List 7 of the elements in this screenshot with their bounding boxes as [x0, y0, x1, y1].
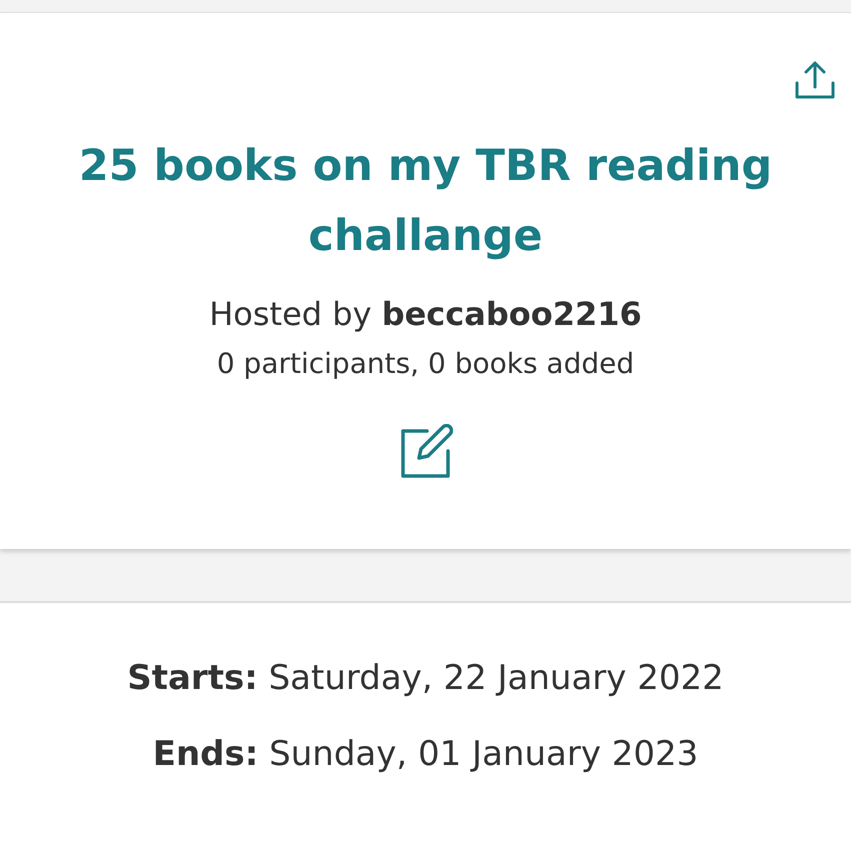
challenge-title: 25 books on my TBR reading challange	[78, 140, 774, 263]
stats-text: 0 participants, 0 books added	[216, 347, 634, 380]
edit-button[interactable]	[398, 424, 452, 478]
edit-icon	[398, 424, 452, 478]
date-text: Starts: Saturday, 22 January 2022	[127, 658, 724, 698]
date-text: Ends: Sunday, 01 January 2023	[152, 734, 698, 774]
host-text: Hosted by beccaboo2216	[209, 295, 642, 333]
